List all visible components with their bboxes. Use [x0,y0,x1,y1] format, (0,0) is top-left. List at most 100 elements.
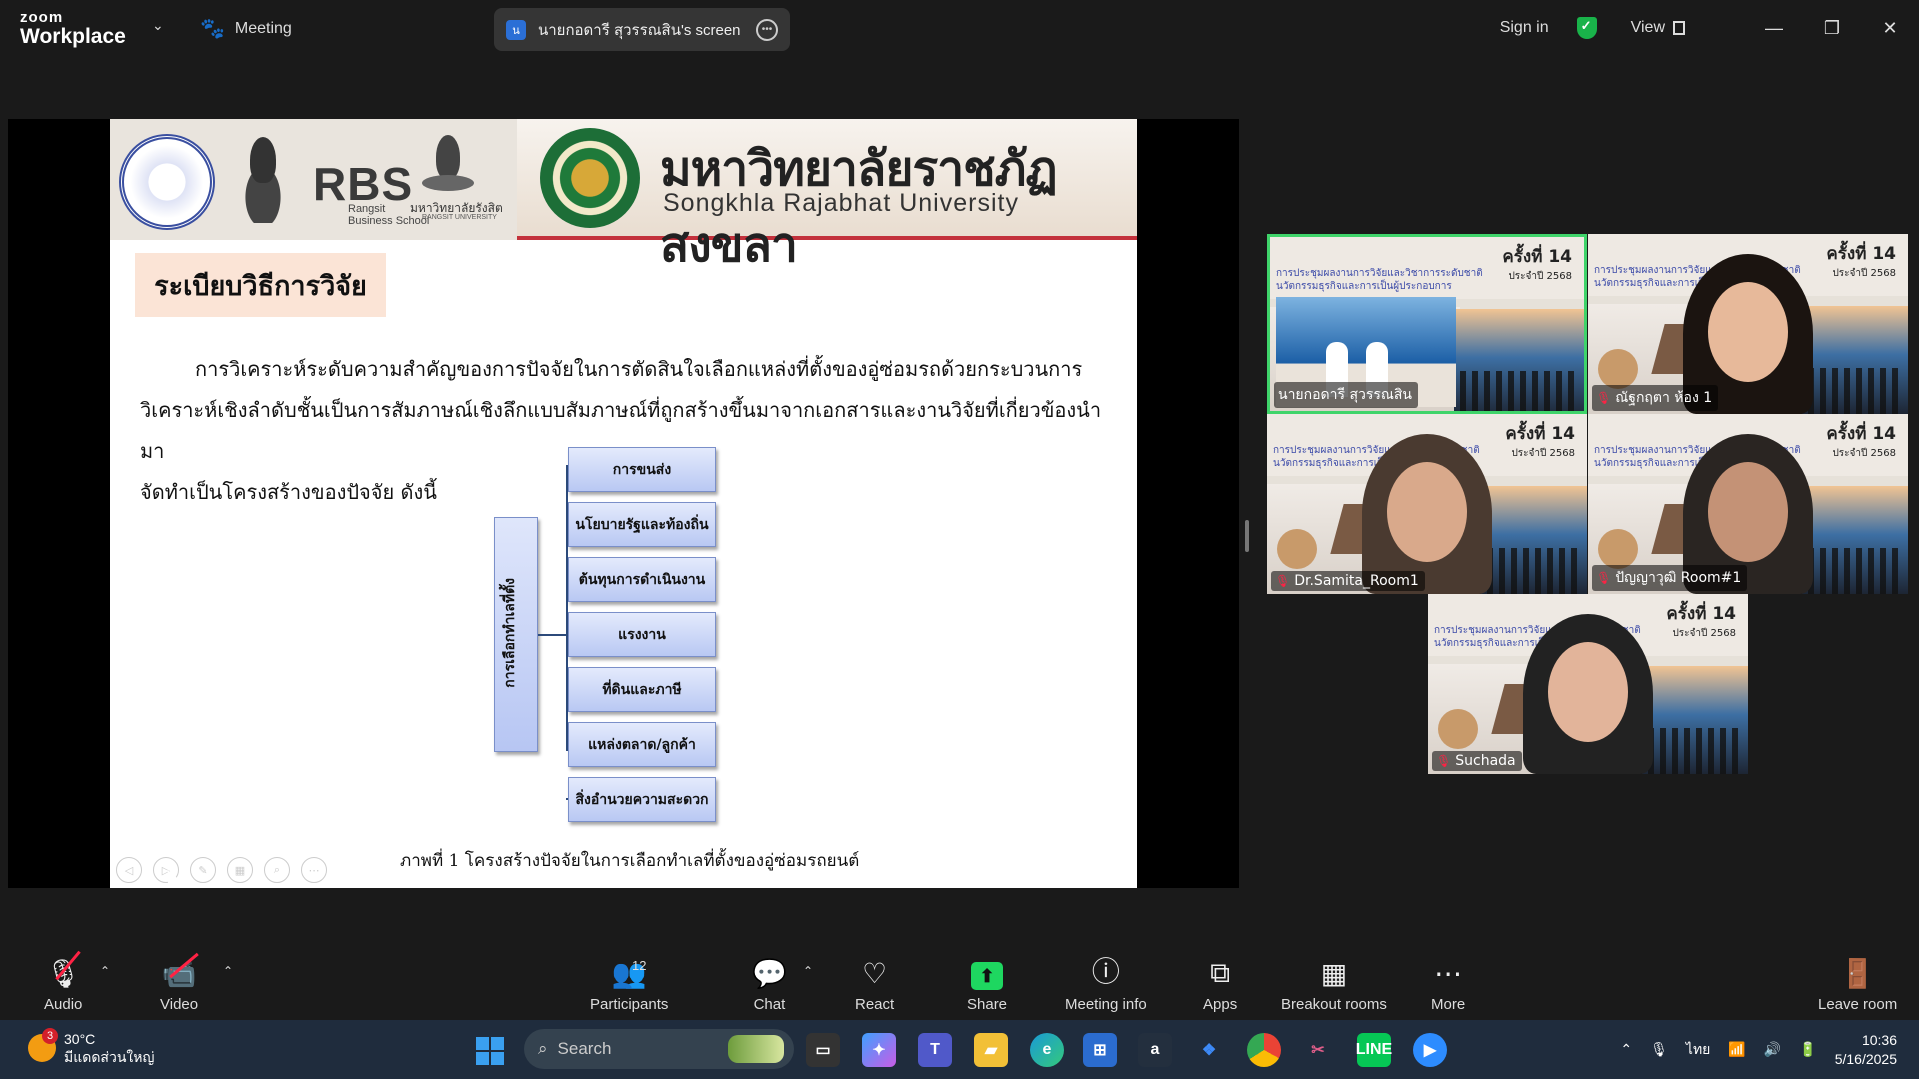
chrome-icon[interactable] [1247,1033,1281,1067]
file-explorer-icon[interactable]: ▰ [974,1033,1008,1067]
breakout-rooms-button[interactable]: ▦ Breakout rooms [1281,954,1387,1013]
chat-button[interactable]: 💬 Chat [752,954,787,1013]
participant-name-tag: 🎙 ณัฐกฤตา ห้อง 1 [1592,385,1719,411]
participant-name-tag: 🎙 Dr.Samita_Room1 [1271,571,1425,591]
participant-name-tag: 🎙 Suchada [1432,751,1522,771]
wifi-icon[interactable]: 📶 [1728,1041,1745,1058]
chat-options-caret-icon[interactable]: ⌃ [803,964,813,978]
slides-grid-icon[interactable]: ▦ [227,857,253,883]
video-options-caret-icon[interactable]: ⌃ [223,964,233,978]
video-button[interactable]: 📹 Video [160,952,199,1013]
diagram-root-box: การเลือกทำเลที่ตั้ง [494,517,538,752]
teams-icon[interactable]: T [918,1033,952,1067]
more-icon[interactable]: ⋯ [301,857,327,883]
breakout-label: Breakout rooms [1281,996,1387,1013]
video-tile[interactable]: การประชุมผลงานการวิจัยและวิชาการระดับชาต… [1267,414,1587,594]
meeting-toolbar: 🎙 Audio ⌃ 📹 Video ⌃ 👥 12 Participants 💬 … [0,946,1919,1020]
store-icon[interactable]: ⊞ [1083,1033,1117,1067]
copilot-icon[interactable]: ✦ [862,1033,896,1067]
battery-icon[interactable]: 🔋 [1799,1041,1816,1058]
more-options-icon[interactable]: ••• [756,18,778,41]
video-tile[interactable]: การประชุมผลงานการวิจัยและวิชาการระดับชาต… [1588,414,1908,594]
title-actions: Sign in View — ❐ ✕ [1500,0,1919,56]
system-tray: ⌃ 🎙 ไทย 📶 🔊 🔋 10:36 5/16/2025 [1620,1020,1919,1079]
panel-resize-handle[interactable] [1245,520,1249,552]
more-icon: ⋯ [1434,958,1463,989]
tile-badge: ครั้งที่ 14 ประจำปี 2568 [1826,424,1896,464]
weather-badge: 3 [42,1028,58,1044]
screen-share-label: นายกอดารี สุวรรณสิน's screen [538,21,741,39]
video-tile[interactable]: การประชุมผลงานการวิจัยและวิชาการระดับชาต… [1428,594,1748,774]
tile-badge: ครั้งที่ 14 ประจำปี 2568 [1505,424,1575,464]
leave-room-button[interactable]: 🚪 Leave room [1818,954,1897,1013]
para-line-1: การวิเคราะห์ระดับความสำคัญของการปัจจัยใน… [195,357,1083,381]
close-button[interactable]: ✕ [1861,18,1919,39]
snipping-tool-icon[interactable]: ✂ [1301,1033,1335,1067]
info-icon: ⓘ [1091,956,1120,987]
restore-button[interactable]: ❐ [1803,18,1861,39]
prev-slide-icon[interactable]: ◁ [116,857,142,883]
factor-diagram: การเลือกทำเลที่ตั้ง การขนส่ง นโยบายรัฐและ… [494,444,734,824]
participant-name: นายกอดารี สุวรรณสิน [1278,387,1412,403]
search-icon: ⌕ [538,1039,548,1058]
temperature: 30°C [64,1031,96,1047]
screen-share-indicator[interactable]: น นายกอดารี สุวรรณสิน's screen ••• [494,8,790,51]
volume-icon[interactable]: 🔊 [1764,1041,1781,1058]
rbs-flame-logo [228,137,298,223]
dropbox-icon[interactable]: ❖ [1192,1033,1226,1067]
amazon-icon[interactable]: a [1138,1033,1172,1067]
sharer-avatar: น [506,19,526,40]
meeting-info-button[interactable]: ⓘ Meeting info [1065,954,1147,1013]
edge-icon[interactable]: e [1030,1033,1064,1067]
audio-button[interactable]: 🎙 Audio [44,950,82,1013]
clock[interactable]: 10:36 5/16/2025 [1835,1031,1897,1069]
security-shield-icon[interactable] [1576,17,1597,39]
participants-button[interactable]: 👥 12 Participants [590,954,668,1013]
slide-header-logos: RBS Rangsit Business School มหาวิทยาลัยร… [110,119,517,240]
language-indicator[interactable]: ไทย [1686,1039,1710,1061]
diagram-factor-box: สิ่งอำนวยความสะดวก [568,777,716,822]
pen-icon[interactable]: ✎ [190,857,216,883]
share-label: Share [967,996,1008,1013]
zoom-app-icon[interactable]: ▶ [1413,1033,1447,1067]
diagram-factor-box: แรงงาน [568,612,716,657]
windows-start-icon[interactable] [476,1037,504,1065]
task-view-icon[interactable]: ▭ [806,1033,840,1067]
video-tile[interactable]: การประชุมผลงานการวิจัยและวิชาการระดับชาต… [1588,234,1908,414]
badge-sub: ประจำปี 2568 [1832,448,1896,459]
chevron-down-icon[interactable]: ⌄ [152,18,164,34]
video-tile[interactable]: การประชุมผลงานการวิจัยและวิชาการระดับชาต… [1267,234,1587,414]
weather-widget[interactable]: 3 30°C มีแดดส่วนใหญ่ [28,1028,155,1066]
diagram-factor-box: นโยบายรัฐและท้องถิ่น [568,502,716,547]
view-button[interactable]: View [1631,19,1685,37]
line-icon[interactable]: LINE [1356,1033,1392,1067]
rangsit-en: RANGSIT UNIVERSITY [422,214,497,221]
apps-button[interactable]: ⧉ Apps [1203,954,1237,1013]
badge-main: ครั้งที่ 14 [1502,247,1572,267]
leave-icon: 🚪 [1840,958,1876,989]
badge-main: ครั้งที่ 14 [1505,424,1575,444]
mic-muted-icon: 🎙 [1596,571,1612,585]
audio-options-caret-icon[interactable]: ⌃ [100,964,110,978]
zoom-logo[interactable]: zoom Workplace [20,10,126,47]
city-photo-background [1454,309,1584,411]
more-button[interactable]: ⋯ More [1431,954,1465,1013]
taskbar-search[interactable]: ⌕ Search [524,1029,794,1069]
zoom-icon[interactable]: ⌕ [264,857,290,883]
slide-controls: ◁ ▷ ✎ ▦ ⌕ ⋯ [116,857,327,883]
mic-muted-icon: 🎙 [1436,754,1452,768]
minimize-button[interactable]: — [1745,18,1803,39]
tray-overflow-icon[interactable]: ⌃ [1620,1041,1632,1058]
video-off-icon: 📹 [162,952,199,990]
share-button[interactable]: ⬆ Share [967,954,1007,1013]
section-title: ระเบียบวิธีการวิจัย [135,253,386,317]
meeting-tab[interactable]: 🐾 Meeting [200,16,292,41]
diagram-connector [538,634,568,636]
weather-description: มีแดดส่วนใหญ่ [64,1049,155,1065]
badge-sub: ประจำปี 2568 [1511,448,1575,459]
react-button[interactable]: ♡ React [855,954,894,1013]
sign-in-button[interactable]: Sign in [1500,19,1549,37]
view-icon [1673,21,1685,35]
microphone-icon[interactable]: 🎙 [1650,1041,1668,1058]
participant-name-tag: 🎙 ปัญญาวุฒิ Room#1 [1592,565,1748,591]
